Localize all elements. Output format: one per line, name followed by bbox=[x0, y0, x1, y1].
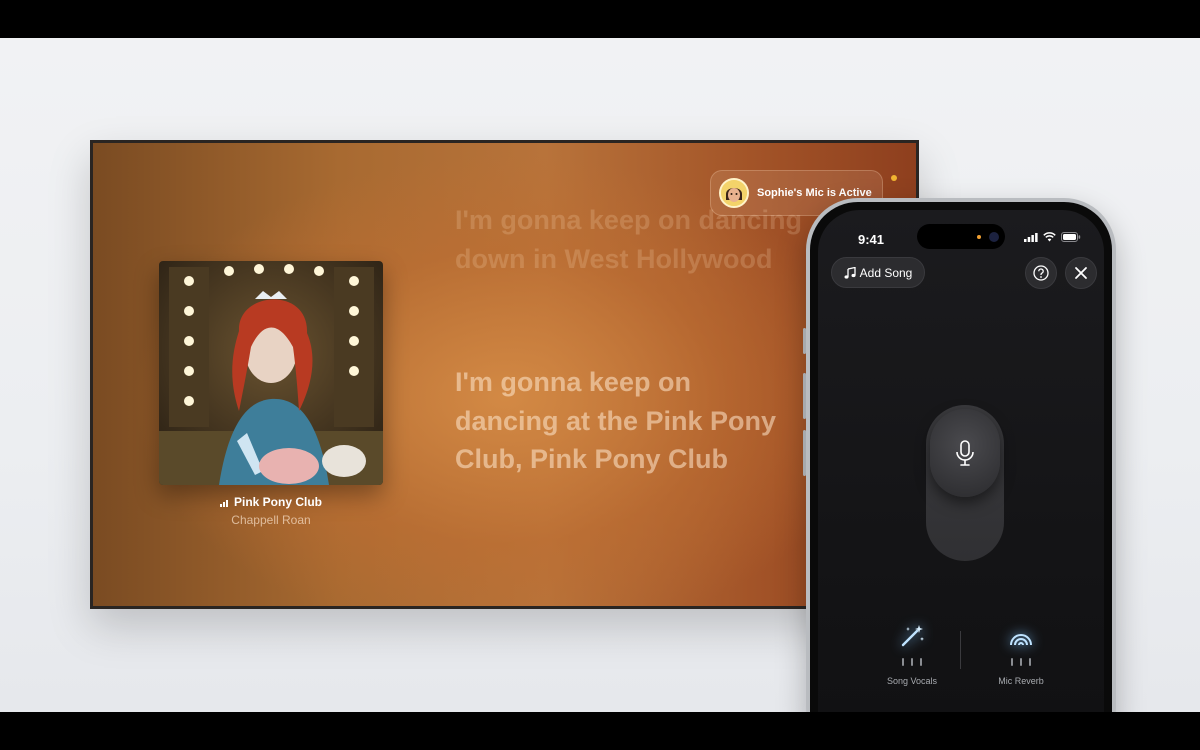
equalizer-icon bbox=[219, 499, 228, 507]
microphone-icon bbox=[956, 440, 974, 466]
mic-in-use-dot bbox=[977, 235, 981, 239]
front-camera bbox=[989, 232, 999, 242]
now-playing-title: Pink Pony Club bbox=[159, 495, 383, 509]
side-button bbox=[803, 373, 806, 419]
tv-display: Pink Pony Club Chappell Roan I'm gonna k… bbox=[90, 140, 919, 609]
help-button[interactable] bbox=[1025, 257, 1057, 289]
side-button bbox=[803, 328, 806, 354]
status-dot bbox=[891, 175, 897, 181]
song-vocals-label: Song Vocals bbox=[886, 676, 938, 686]
music-note-icon bbox=[844, 266, 856, 279]
divider bbox=[960, 631, 961, 669]
mic-reverb-label: Mic Reverb bbox=[998, 676, 1044, 686]
close-icon bbox=[1075, 267, 1087, 279]
add-song-button[interactable]: Add Song bbox=[831, 257, 925, 288]
level-indicator bbox=[1011, 658, 1031, 666]
mic-reverb-control[interactable]: Mic Reverb bbox=[981, 616, 1061, 686]
magic-wand-icon bbox=[892, 616, 932, 656]
status-icons bbox=[1024, 232, 1081, 242]
iphone: 9:41 Add Song Song Vocals Mic Reverb bbox=[803, 198, 1116, 712]
mic-toggle-track[interactable] bbox=[926, 405, 1004, 561]
user-avatar bbox=[719, 178, 749, 208]
question-icon bbox=[1033, 265, 1049, 281]
phone-bezel: 9:41 Add Song Song Vocals Mic Reverb bbox=[810, 202, 1112, 712]
add-song-label: Add Song bbox=[859, 265, 913, 280]
letterbox-top bbox=[0, 0, 1200, 38]
status-time: 9:41 bbox=[858, 232, 885, 247]
letterbox-bottom bbox=[0, 712, 1200, 750]
dynamic-island bbox=[917, 224, 1005, 249]
karaoke-screen: Pink Pony Club Chappell Roan I'm gonna k… bbox=[93, 143, 916, 606]
song-artist: Chappell Roan bbox=[231, 513, 311, 527]
side-button bbox=[803, 430, 806, 476]
close-button[interactable] bbox=[1065, 257, 1097, 289]
level-indicator bbox=[902, 658, 922, 666]
presentation-stage: Pink Pony Club Chappell Roan I'm gonna k… bbox=[0, 38, 1200, 712]
mic-toggle-knob[interactable] bbox=[930, 409, 1000, 497]
battery-icon bbox=[1061, 232, 1081, 242]
cellular-signal-icon bbox=[1024, 232, 1038, 242]
phone-screen: 9:41 Add Song Song Vocals Mic Reverb bbox=[818, 210, 1104, 712]
album-artwork bbox=[159, 261, 383, 485]
song-title: Pink Pony Club bbox=[233, 495, 322, 509]
wifi-icon bbox=[1043, 232, 1056, 242]
song-vocals-control[interactable]: Song Vocals bbox=[872, 616, 952, 686]
reverb-icon bbox=[1001, 616, 1041, 656]
